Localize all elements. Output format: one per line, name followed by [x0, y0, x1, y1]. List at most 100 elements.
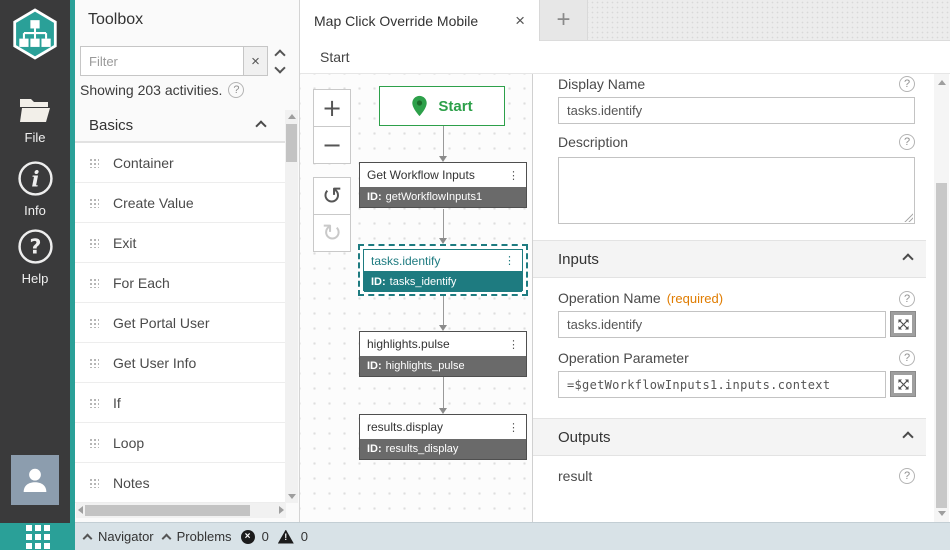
toolbox-item-loop[interactable]: Loop	[75, 423, 287, 463]
properties-panel: Display Name ? Description ? Inputs Oper…	[533, 74, 950, 522]
drag-handle-icon	[89, 197, 99, 208]
help-icon: ?	[17, 229, 53, 264]
open-expression-editor-button[interactable]	[890, 311, 916, 337]
resize-handle[interactable]	[904, 213, 913, 222]
chevron-up-icon	[274, 48, 286, 61]
scroll-up-arrow[interactable]	[288, 114, 296, 119]
toolbox-item-if[interactable]: If	[75, 383, 287, 423]
node-highlights-pulse[interactable]: highlights.pulse ⋮ ID: highlights_pulse	[359, 331, 527, 377]
node-title: Get Workflow Inputs	[367, 168, 475, 182]
chevron-up-icon	[161, 533, 172, 543]
kebab-menu-icon[interactable]: ⋮	[508, 421, 519, 434]
operation-parameter-input[interactable]	[558, 371, 886, 398]
help-icon[interactable]: ?	[899, 468, 915, 484]
sidebar-item-help[interactable]: ? Help	[0, 228, 70, 286]
scrollbar-thumb[interactable]	[286, 124, 297, 162]
display-name-input[interactable]	[558, 97, 915, 124]
close-tab-icon[interactable]: ×	[515, 11, 525, 31]
warning-icon	[278, 530, 294, 544]
workflow-canvas[interactable]: + − ↺ ↻ Start Get Workflow Inputs ⋮ ID: …	[300, 74, 533, 522]
help-icon[interactable]: ?	[899, 350, 915, 366]
toolbox-item-get-user-info[interactable]: Get User Info	[75, 343, 287, 383]
operation-name-input[interactable]	[558, 311, 886, 338]
chevron-up-icon	[902, 431, 914, 443]
section-header-basics[interactable]: Basics	[75, 110, 287, 143]
breadcrumb-start[interactable]: Start	[320, 49, 350, 65]
new-tab-button[interactable]: +	[540, 0, 588, 40]
display-name-row: Display Name ?	[558, 76, 915, 92]
problems-toggle[interactable]: Problems	[161, 529, 232, 544]
inputs-section-header[interactable]: Inputs	[533, 240, 926, 278]
kebab-menu-icon[interactable]: ⋮	[508, 338, 519, 351]
collapse-expand-all-button[interactable]	[274, 48, 286, 74]
node-id-bar: ID: results_display	[360, 439, 526, 459]
app-logo[interactable]	[11, 8, 59, 65]
scroll-left-arrow[interactable]	[78, 506, 83, 514]
scrollbar-thumb[interactable]	[85, 505, 250, 516]
panel-scrollbar[interactable]	[934, 74, 949, 522]
filter-input[interactable]	[80, 46, 243, 76]
start-node[interactable]: Start	[379, 86, 505, 126]
help-icon[interactable]: ?	[899, 76, 915, 92]
history-controls: ↺ ↻	[313, 177, 351, 252]
open-expression-editor-button[interactable]	[890, 371, 916, 397]
navigator-toggle[interactable]: Navigator	[82, 529, 154, 544]
error-count: 0	[261, 529, 269, 544]
undo-button[interactable]: ↺	[313, 177, 351, 215]
toolbox-horizontal-scrollbar[interactable]	[76, 503, 286, 518]
node-title: results.display	[367, 420, 444, 434]
kebab-menu-icon[interactable]: ⋮	[508, 169, 519, 182]
breadcrumb: Start	[300, 41, 950, 74]
flow-connector	[439, 126, 448, 162]
node-id-bar: ID: getWorkflowInputs1	[360, 187, 526, 207]
scroll-right-arrow[interactable]	[279, 506, 284, 514]
workflow-designer-app: File i Info ? Help Toolbox Filter × Show…	[0, 0, 950, 550]
help-icon[interactable]: ?	[228, 82, 245, 98]
toolbox-item-notes[interactable]: Notes	[75, 463, 287, 503]
node-title: tasks.identify	[371, 253, 441, 268]
scrollbar-thumb[interactable]	[936, 183, 947, 508]
map-pin-icon	[412, 95, 428, 117]
flow-connector	[439, 296, 448, 331]
toolbox-item-exit[interactable]: Exit	[75, 223, 287, 263]
redo-button[interactable]: ↻	[313, 214, 351, 252]
sidebar-item-file[interactable]: File	[0, 97, 70, 145]
sidebar-item-label: File	[24, 130, 46, 145]
zoom-in-button[interactable]: +	[313, 89, 351, 127]
sidebar-item-info[interactable]: i Info	[0, 160, 70, 218]
scroll-down-arrow[interactable]	[288, 494, 296, 499]
toolbox-title: Toolbox	[88, 11, 144, 28]
zoom-out-button[interactable]: −	[313, 126, 351, 164]
help-icon[interactable]: ?	[899, 291, 915, 307]
toolbox-item-container[interactable]: Container	[75, 143, 287, 183]
sidebar-item-label: Help	[21, 271, 49, 286]
toolbox-panel: Toolbox × Showing 203 activities. ? Basi…	[75, 0, 300, 522]
user-avatar-button[interactable]	[11, 455, 59, 505]
toolbox-item-create-value[interactable]: Create Value	[75, 183, 287, 223]
svg-text:i: i	[31, 168, 39, 193]
description-textarea[interactable]	[558, 157, 915, 224]
tab-map-click-override-mobile[interactable]: Map Click Override Mobile ×	[300, 0, 540, 41]
outputs-section-header[interactable]: Outputs	[533, 418, 926, 456]
node-get-workflow-inputs[interactable]: Get Workflow Inputs ⋮ ID: getWorkflowInp…	[359, 162, 527, 208]
waffle-grid-icon	[25, 524, 50, 549]
expand-arrows-icon	[897, 378, 909, 390]
scroll-down-arrow[interactable]	[938, 511, 946, 516]
scroll-up-arrow[interactable]	[938, 80, 946, 85]
node-tasks-identify-selected[interactable]: tasks.identify ⋮ ID: tasks_identify	[358, 244, 528, 296]
flow-connector	[439, 377, 448, 414]
clear-filter-button[interactable]: ×	[243, 46, 268, 76]
toolbox-item-get-portal-user[interactable]: Get Portal User	[75, 303, 287, 343]
kebab-menu-icon[interactable]: ⋮	[504, 254, 515, 267]
node-results-display[interactable]: results.display ⋮ ID: results_display	[359, 414, 527, 460]
description-row: Description ?	[558, 134, 915, 150]
toolbox-vertical-scrollbar[interactable]	[285, 110, 298, 503]
error-counter: × 0	[240, 529, 269, 544]
info-icon: i	[17, 161, 53, 196]
app-launcher-button[interactable]	[0, 523, 75, 550]
display-name-label: Display Name	[558, 76, 646, 92]
help-icon[interactable]: ?	[899, 134, 915, 150]
person-icon	[23, 468, 47, 492]
toolbox-item-for-each[interactable]: For Each	[75, 263, 287, 303]
expand-arrows-icon	[897, 318, 909, 330]
